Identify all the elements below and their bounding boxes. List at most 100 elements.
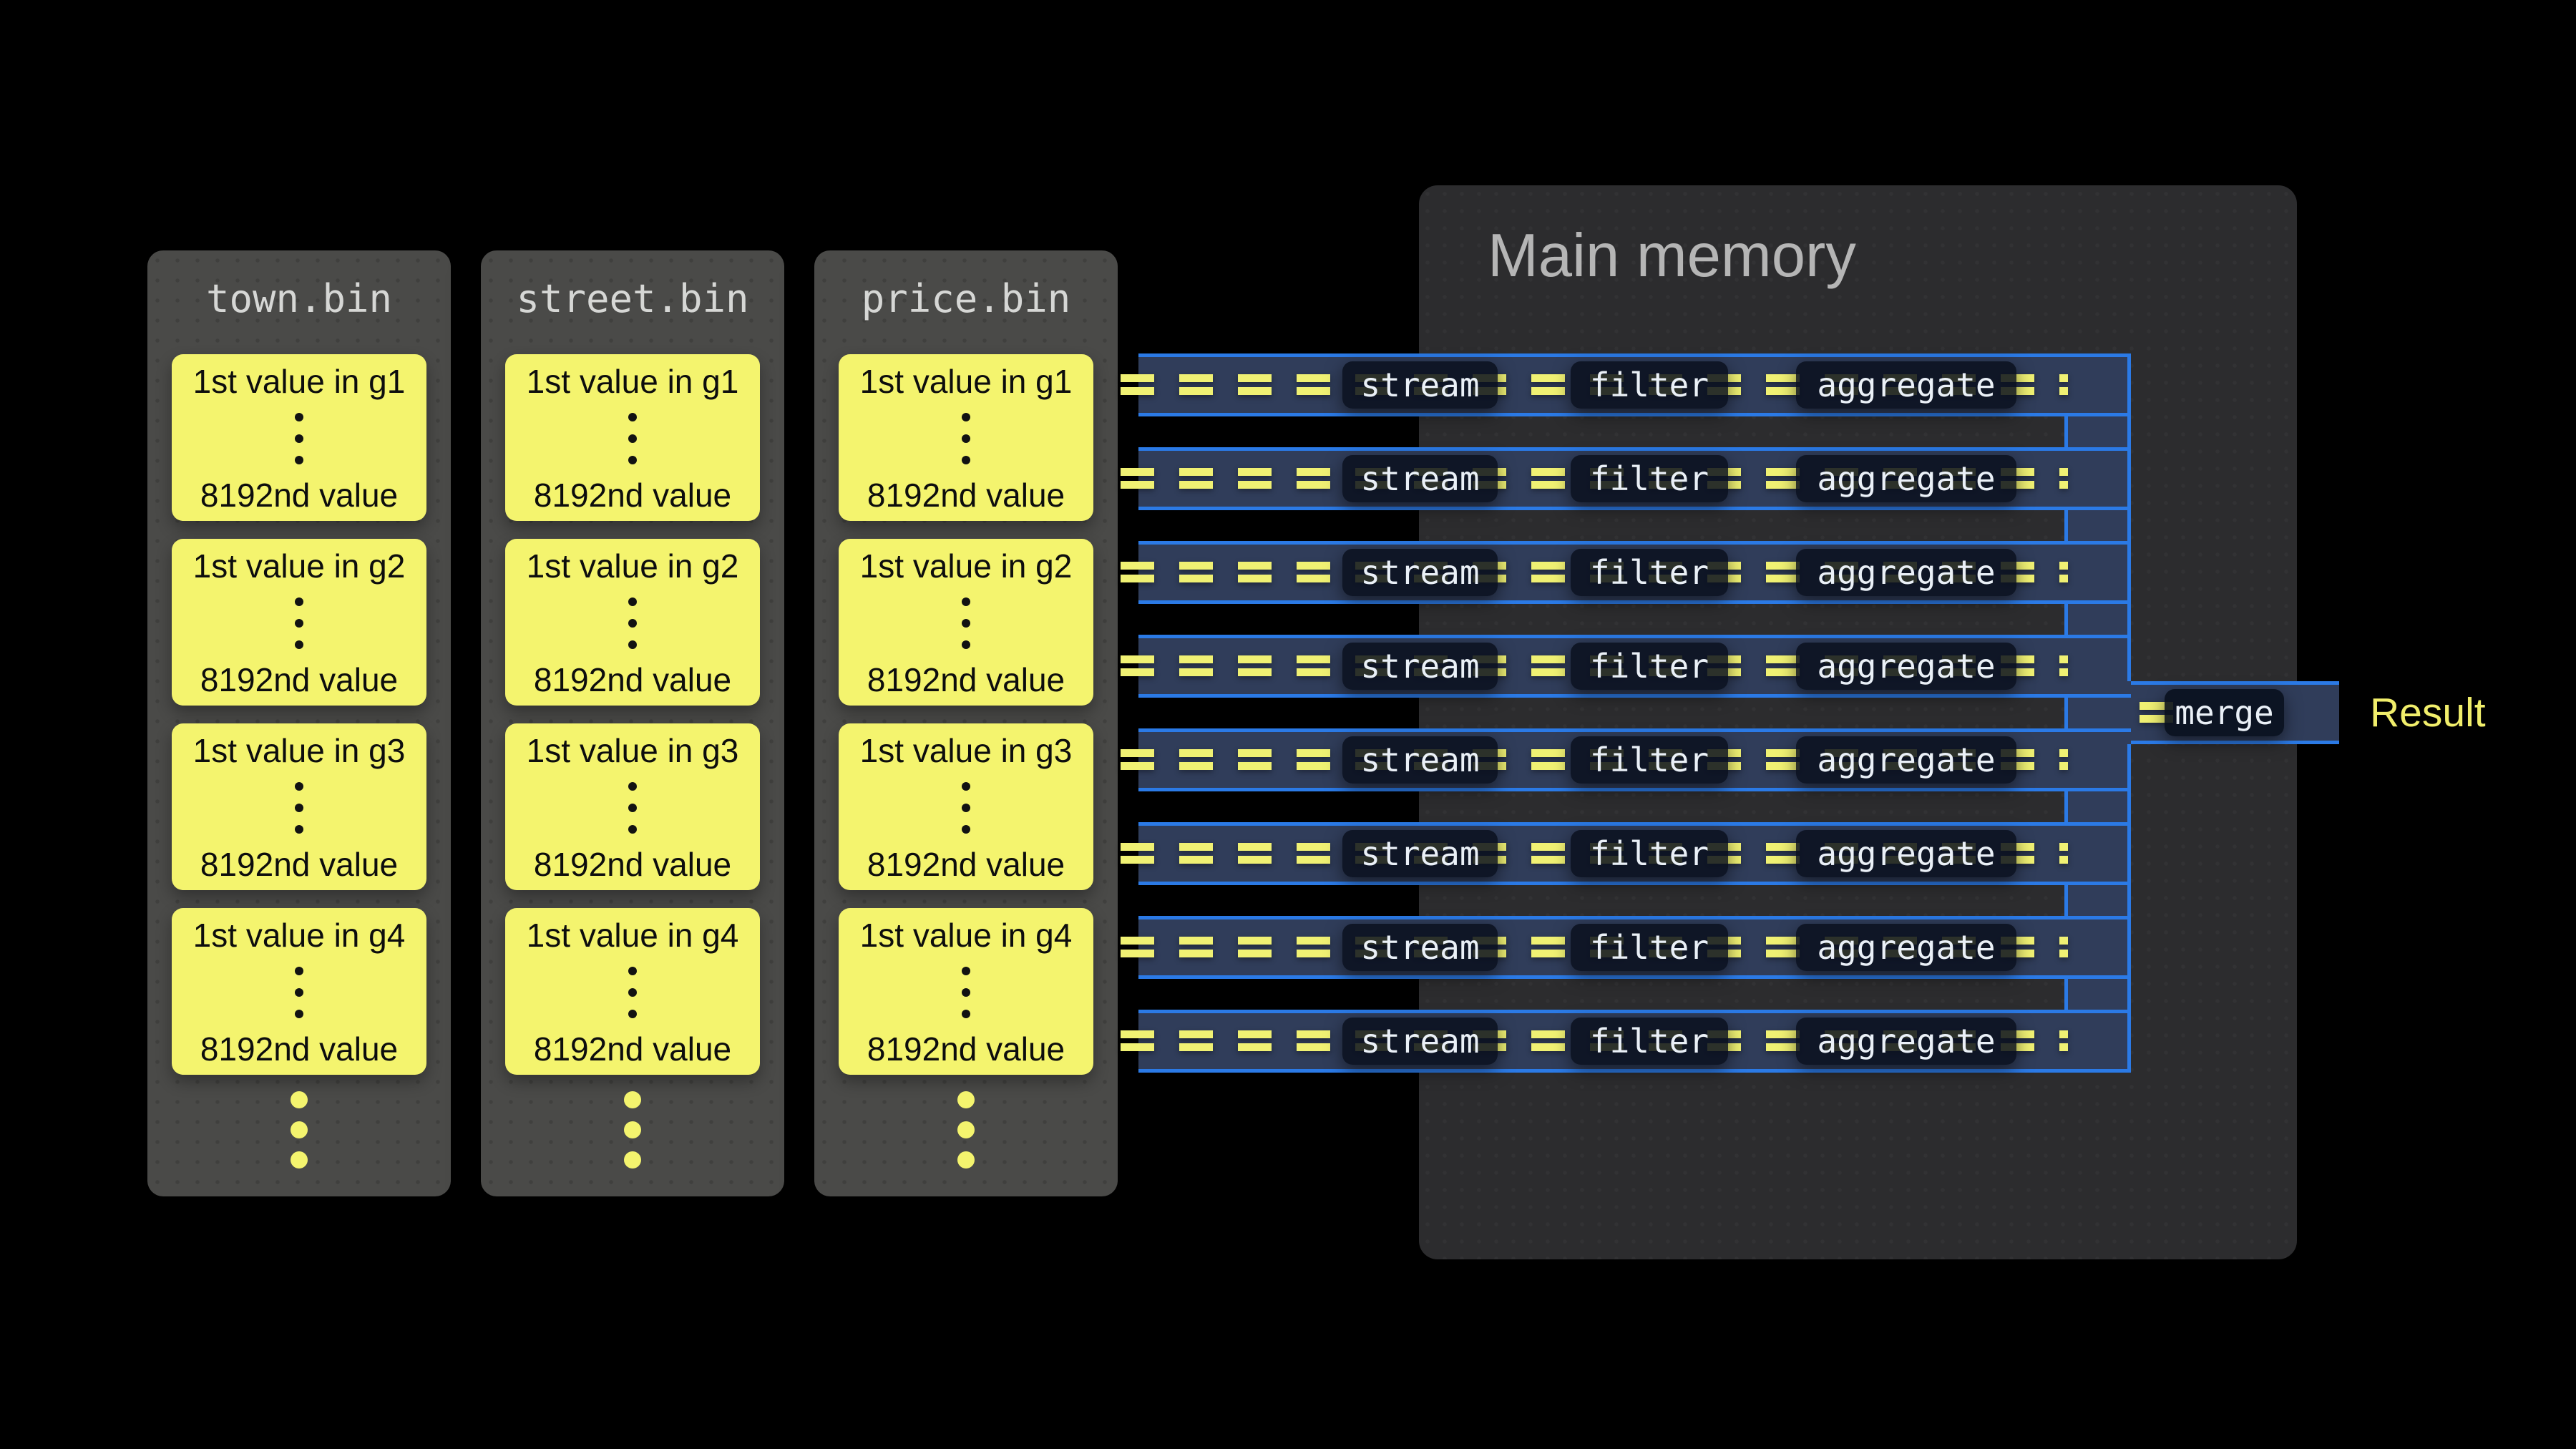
bus-right-border bbox=[2127, 353, 2131, 681]
group-first-value: 1st value in g1 bbox=[527, 363, 739, 400]
filter-operator: filter bbox=[1571, 736, 1728, 784]
filter-operator: filter bbox=[1571, 830, 1728, 877]
group-first-value: 1st value in g3 bbox=[860, 732, 1073, 769]
pipeline-row: stream filter aggregate bbox=[1138, 635, 2131, 698]
group-last-value: 8192nd value bbox=[534, 661, 731, 698]
ellipsis-icon bbox=[962, 597, 970, 649]
file-name: street.bin bbox=[481, 276, 784, 322]
filter-operator: filter bbox=[1571, 1018, 1728, 1065]
group-first-value: 1st value in g3 bbox=[193, 732, 406, 769]
value-group: 1st value in g1 8192nd value bbox=[505, 354, 760, 521]
aggregate-operator: aggregate bbox=[1796, 736, 2016, 784]
aggregate-operator: aggregate bbox=[1796, 549, 2016, 596]
group-last-value: 8192nd value bbox=[534, 846, 731, 883]
value-group: 1st value in g3 8192nd value bbox=[505, 723, 760, 890]
more-groups-ellipsis-icon bbox=[481, 1091, 784, 1169]
ellipsis-icon bbox=[295, 782, 303, 834]
aggregate-operator: aggregate bbox=[1796, 361, 2016, 409]
group-first-value: 1st value in g2 bbox=[527, 547, 739, 585]
stream-operator: stream bbox=[1342, 1018, 1498, 1065]
stream-operator: stream bbox=[1342, 361, 1498, 409]
stream-operator: stream bbox=[1342, 455, 1498, 502]
pipeline-row: stream filter aggregate bbox=[1138, 822, 2131, 885]
row-gap-edge bbox=[2064, 885, 2068, 916]
pipeline-row: stream filter aggregate bbox=[1138, 541, 2131, 604]
group-last-value: 8192nd value bbox=[867, 661, 1065, 698]
diagram-canvas: Main memory town.bin 1st value in g1 819… bbox=[0, 0, 2576, 1449]
pipeline-row: stream filter aggregate bbox=[1138, 447, 2131, 510]
file-card-town: town.bin 1st value in g1 8192nd value 1s… bbox=[147, 250, 451, 1196]
group-first-value: 1st value in g3 bbox=[527, 732, 739, 769]
group-last-value: 8192nd value bbox=[867, 1030, 1065, 1068]
value-group: 1st value in g1 8192nd value bbox=[839, 354, 1093, 521]
stream-operator: stream bbox=[1342, 736, 1498, 784]
more-groups-ellipsis-icon bbox=[147, 1091, 451, 1169]
aggregate-operator: aggregate bbox=[1796, 455, 2016, 502]
ellipsis-icon bbox=[295, 967, 303, 1018]
ellipsis-icon bbox=[628, 597, 637, 649]
row-gap-edge bbox=[2064, 416, 2068, 447]
bus-right-border bbox=[2127, 744, 2131, 1073]
aggregate-operator: aggregate bbox=[1796, 643, 2016, 690]
group-first-value: 1st value in g1 bbox=[860, 363, 1073, 400]
ellipsis-icon bbox=[295, 413, 303, 464]
ellipsis-icon bbox=[628, 413, 637, 464]
ellipsis-icon bbox=[962, 782, 970, 834]
value-group: 1st value in g2 8192nd value bbox=[839, 539, 1093, 706]
ellipsis-icon bbox=[962, 413, 970, 464]
value-group: 1st value in g1 8192nd value bbox=[172, 354, 426, 521]
group-last-value: 8192nd value bbox=[200, 1030, 398, 1068]
ellipsis-icon bbox=[295, 597, 303, 649]
file-card-price: price.bin 1st value in g1 8192nd value 1… bbox=[814, 250, 1118, 1196]
aggregate-operator: aggregate bbox=[1796, 924, 2016, 971]
group-last-value: 8192nd value bbox=[534, 477, 731, 514]
pipeline-row: stream filter aggregate bbox=[1138, 1010, 2131, 1073]
more-groups-ellipsis-icon bbox=[814, 1091, 1118, 1169]
file-name: town.bin bbox=[147, 276, 451, 322]
value-group: 1st value in g3 8192nd value bbox=[839, 723, 1093, 890]
aggregate-operator: aggregate bbox=[1796, 830, 2016, 877]
group-first-value: 1st value in g1 bbox=[193, 363, 406, 400]
value-group: 1st value in g4 8192nd value bbox=[839, 908, 1093, 1075]
merge-operator: merge bbox=[2165, 689, 2284, 736]
merge-band: merge bbox=[2131, 681, 2339, 744]
pipeline-row: stream filter aggregate bbox=[1138, 728, 2131, 791]
result-label: Result bbox=[2370, 681, 2486, 744]
value-group: 1st value in g4 8192nd value bbox=[172, 908, 426, 1075]
row-gap-edge bbox=[2064, 510, 2068, 541]
value-group: 1st value in g2 8192nd value bbox=[505, 539, 760, 706]
value-group: 1st value in g2 8192nd value bbox=[172, 539, 426, 706]
file-card-street: street.bin 1st value in g1 8192nd value … bbox=[481, 250, 784, 1196]
filter-operator: filter bbox=[1571, 924, 1728, 971]
aggregate-operator: aggregate bbox=[1796, 1018, 2016, 1065]
row-gap-edge bbox=[2064, 604, 2068, 635]
ellipsis-icon bbox=[628, 782, 637, 834]
group-first-value: 1st value in g4 bbox=[193, 917, 406, 954]
group-last-value: 8192nd value bbox=[534, 1030, 731, 1068]
group-first-value: 1st value in g4 bbox=[527, 917, 739, 954]
group-first-value: 1st value in g2 bbox=[193, 547, 406, 585]
stream-operator: stream bbox=[1342, 830, 1498, 877]
group-last-value: 8192nd value bbox=[867, 846, 1065, 883]
row-gap-edge bbox=[2064, 698, 2068, 728]
ellipsis-icon bbox=[628, 967, 637, 1018]
filter-operator: filter bbox=[1571, 643, 1728, 690]
filter-operator: filter bbox=[1571, 361, 1728, 409]
stream-operator: stream bbox=[1342, 643, 1498, 690]
pipeline-row: stream filter aggregate bbox=[1138, 353, 2131, 416]
row-gap-edge bbox=[2064, 791, 2068, 822]
main-memory-title: Main memory bbox=[1488, 221, 1856, 291]
stream-operator: stream bbox=[1342, 549, 1498, 596]
group-last-value: 8192nd value bbox=[200, 477, 398, 514]
row-gap-edge bbox=[2064, 979, 2068, 1010]
value-group: 1st value in g4 8192nd value bbox=[505, 908, 760, 1075]
group-last-value: 8192nd value bbox=[200, 846, 398, 883]
group-last-value: 8192nd value bbox=[200, 661, 398, 698]
ellipsis-icon bbox=[962, 967, 970, 1018]
filter-operator: filter bbox=[1571, 455, 1728, 502]
file-name: price.bin bbox=[814, 276, 1118, 322]
group-first-value: 1st value in g2 bbox=[860, 547, 1073, 585]
group-first-value: 1st value in g4 bbox=[860, 917, 1073, 954]
stream-operator: stream bbox=[1342, 924, 1498, 971]
pipeline-row: stream filter aggregate bbox=[1138, 916, 2131, 979]
